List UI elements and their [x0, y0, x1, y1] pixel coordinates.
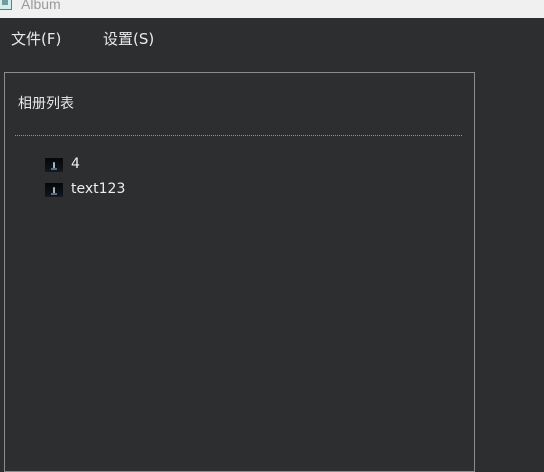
menu-file[interactable]: 文件(F): [11, 29, 61, 49]
album-list-item[interactable]: 4: [44, 153, 444, 178]
photo-thumbnail-icon: [45, 158, 63, 172]
album-list-panel: 相册列表 4 text123: [4, 72, 475, 472]
album-app-icon: [0, 0, 12, 10]
album-item-label: 4: [71, 156, 80, 172]
album-list: 4 text123: [44, 153, 444, 203]
album-list-title: 相册列表: [18, 96, 74, 112]
menu-settings[interactable]: 设置(S): [103, 29, 154, 49]
album-list-item[interactable]: text123: [44, 178, 444, 203]
menu-bar: 文件(F) 设置(S): [0, 18, 544, 60]
photo-thumbnail-icon: [45, 183, 63, 197]
window-titlebar[interactable]: Album: [0, 0, 544, 18]
panel-divider: [15, 135, 462, 136]
window-title: Album: [21, 0, 61, 12]
album-item-label: text123: [71, 181, 126, 197]
